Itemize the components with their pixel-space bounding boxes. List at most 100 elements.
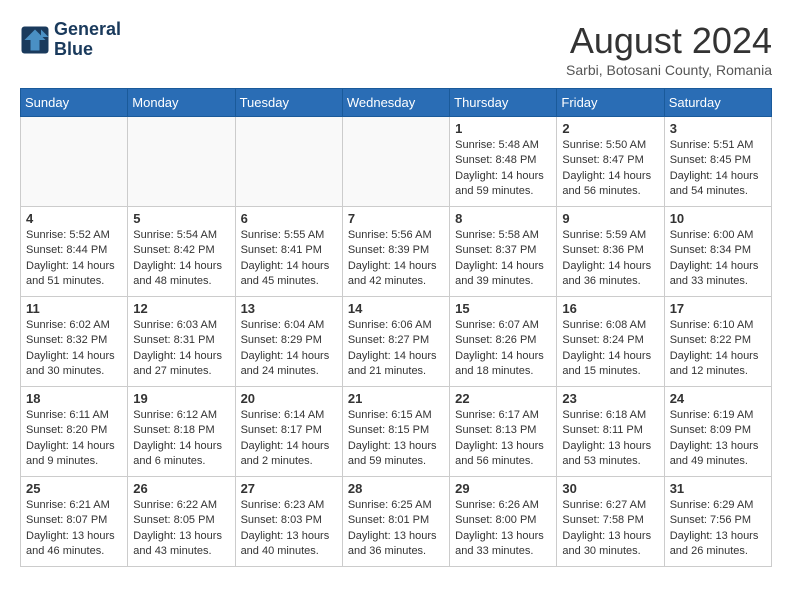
day-number: 19: [133, 391, 229, 406]
calendar-cell: 3Sunrise: 5:51 AM Sunset: 8:45 PM Daylig…: [664, 117, 771, 207]
calendar-cell: 7 Sunrise: 5:56 AM Sunset: 8:39 PM Daylig…: [342, 207, 449, 297]
calendar-cell: 13Sunrise: 6:04 AM Sunset: 8:29 PM Dayli…: [235, 297, 342, 387]
day-number: 21: [348, 391, 444, 406]
calendar-cell: 18Sunrise: 6:11 AM Sunset: 8:20 PM Dayli…: [21, 387, 128, 477]
day-number: 29: [455, 481, 551, 496]
day-number: 16: [562, 301, 658, 316]
calendar-title: August 2024: [566, 20, 772, 62]
calendar-table: SundayMondayTuesdayWednesdayThursdayFrid…: [20, 88, 772, 567]
week-row-5: 25Sunrise: 6:21 AM Sunset: 8:07 PM Dayli…: [21, 477, 772, 567]
day-info: Sunrise: 6:26 AM Sunset: 8:00 PM Dayligh…: [455, 498, 551, 560]
day-number: 27: [241, 481, 337, 496]
day-info: Sunrise: 6:10 AM Sunset: 8:22 PM Dayligh…: [670, 318, 766, 380]
calendar-cell: 16 Sunrise: 6:08 AM Sunset: 8:24 PM Dayli…: [557, 297, 664, 387]
day-number: 14: [348, 301, 444, 316]
day-info: Sunrise: 5:56 AM Sunset: 8:39 PM Dayligh…: [348, 228, 444, 290]
day-info: Sunrise: 6:15 AM Sunset: 8:15 PM Dayligh…: [348, 408, 444, 470]
calendar-cell: [128, 117, 235, 207]
day-info: Sunrise: 6:29 AM Sunset: 7:56 PM Dayligh…: [670, 498, 766, 560]
day-info: Sunrise: 6:21 AM Sunset: 8:07 PM Dayligh…: [26, 498, 122, 560]
calendar-cell: 2Sunrise: 5:50 AM Sunset: 8:47 PM Daylig…: [557, 117, 664, 207]
day-number: 10: [670, 211, 766, 226]
day-number: 17: [670, 301, 766, 316]
calendar-cell: 6 Sunrise: 5:55 AM Sunset: 8:41 PM Daylig…: [235, 207, 342, 297]
day-number: 24: [670, 391, 766, 406]
weekday-header-wednesday: Wednesday: [342, 89, 449, 117]
calendar-cell: 5Sunrise: 5:54 AM Sunset: 8:42 PM Daylig…: [128, 207, 235, 297]
calendar-cell: 12 Sunrise: 6:03 AM Sunset: 8:31 PM Dayli…: [128, 297, 235, 387]
calendar-cell: 17 Sunrise: 6:10 AM Sunset: 8:22 PM Dayli…: [664, 297, 771, 387]
calendar-cell: 31 Sunrise: 6:29 AM Sunset: 7:56 PM Dayli…: [664, 477, 771, 567]
day-info: Sunrise: 5:52 AM Sunset: 8:44 PM Dayligh…: [26, 228, 122, 290]
day-number: 11: [26, 301, 122, 316]
calendar-cell: 20 Sunrise: 6:14 AM Sunset: 8:17 PM Dayli…: [235, 387, 342, 477]
day-number: 15: [455, 301, 551, 316]
weekday-header-friday: Friday: [557, 89, 664, 117]
day-number: 23: [562, 391, 658, 406]
weekday-header-monday: Monday: [128, 89, 235, 117]
day-info: Sunrise: 6:25 AM Sunset: 8:01 PM Dayligh…: [348, 498, 444, 560]
day-info: Sunrise: 6:23 AM Sunset: 8:03 PM Dayligh…: [241, 498, 337, 560]
day-info: Sunrise: 6:17 AM Sunset: 8:13 PM Dayligh…: [455, 408, 551, 470]
logo: General Blue: [20, 20, 121, 60]
logo-icon: [20, 25, 50, 55]
day-info: Sunrise: 6:04 AM Sunset: 8:29 PM Dayligh…: [241, 318, 337, 380]
day-info: Sunrise: 6:07 AM Sunset: 8:26 PM Dayligh…: [455, 318, 551, 380]
calendar-cell: 19Sunrise: 6:12 AM Sunset: 8:18 PM Dayli…: [128, 387, 235, 477]
day-number: 22: [455, 391, 551, 406]
day-info: Sunrise: 5:50 AM Sunset: 8:47 PM Dayligh…: [562, 138, 658, 200]
day-info: Sunrise: 6:22 AM Sunset: 8:05 PM Dayligh…: [133, 498, 229, 560]
day-info: Sunrise: 5:55 AM Sunset: 8:41 PM Dayligh…: [241, 228, 337, 290]
calendar-cell: 22 Sunrise: 6:17 AM Sunset: 8:13 PM Dayli…: [450, 387, 557, 477]
day-number: 8: [455, 211, 551, 226]
calendar-cell: [21, 117, 128, 207]
day-info: Sunrise: 5:48 AM Sunset: 8:48 PM Dayligh…: [455, 138, 551, 200]
day-number: 28: [348, 481, 444, 496]
week-row-1: 1Sunrise: 5:48 AM Sunset: 8:48 PM Daylig…: [21, 117, 772, 207]
day-info: Sunrise: 6:03 AM Sunset: 8:31 PM Dayligh…: [133, 318, 229, 380]
day-info: Sunrise: 6:08 AM Sunset: 8:24 PM Dayligh…: [562, 318, 658, 380]
calendar-subtitle: Sarbi, Botosani County, Romania: [566, 62, 772, 78]
header: General Blue August 2024 Sarbi, Botosani…: [20, 20, 772, 78]
calendar-cell: 27 Sunrise: 6:23 AM Sunset: 8:03 PM Dayli…: [235, 477, 342, 567]
day-info: Sunrise: 6:19 AM Sunset: 8:09 PM Dayligh…: [670, 408, 766, 470]
calendar-cell: 8 Sunrise: 5:58 AM Sunset: 8:37 PM Daylig…: [450, 207, 557, 297]
calendar-cell: 23 Sunrise: 6:18 AM Sunset: 8:11 PM Dayli…: [557, 387, 664, 477]
calendar-cell: [235, 117, 342, 207]
day-number: 5: [133, 211, 229, 226]
calendar-cell: 29 Sunrise: 6:26 AM Sunset: 8:00 PM Dayli…: [450, 477, 557, 567]
calendar-cell: 10 Sunrise: 6:00 AM Sunset: 8:34 PM Dayli…: [664, 207, 771, 297]
calendar-cell: 26Sunrise: 6:22 AM Sunset: 8:05 PM Dayli…: [128, 477, 235, 567]
calendar-cell: 14Sunrise: 6:06 AM Sunset: 8:27 PM Dayli…: [342, 297, 449, 387]
logo-line2: Blue: [54, 40, 121, 60]
calendar-cell: 15 Sunrise: 6:07 AM Sunset: 8:26 PM Dayli…: [450, 297, 557, 387]
day-number: 31: [670, 481, 766, 496]
day-number: 9: [562, 211, 658, 226]
day-number: 30: [562, 481, 658, 496]
weekday-header-sunday: Sunday: [21, 89, 128, 117]
day-number: 6: [241, 211, 337, 226]
calendar-cell: 11 Sunrise: 6:02 AM Sunset: 8:32 PM Dayli…: [21, 297, 128, 387]
calendar-cell: 25Sunrise: 6:21 AM Sunset: 8:07 PM Dayli…: [21, 477, 128, 567]
calendar-cell: 24 Sunrise: 6:19 AM Sunset: 8:09 PM Dayli…: [664, 387, 771, 477]
logo-text: General Blue: [54, 20, 121, 60]
calendar-cell: 1Sunrise: 5:48 AM Sunset: 8:48 PM Daylig…: [450, 117, 557, 207]
week-row-4: 18Sunrise: 6:11 AM Sunset: 8:20 PM Dayli…: [21, 387, 772, 477]
calendar-cell: 21 Sunrise: 6:15 AM Sunset: 8:15 PM Dayli…: [342, 387, 449, 477]
day-number: 20: [241, 391, 337, 406]
title-area: August 2024 Sarbi, Botosani County, Roma…: [566, 20, 772, 78]
calendar-cell: [342, 117, 449, 207]
day-info: Sunrise: 5:58 AM Sunset: 8:37 PM Dayligh…: [455, 228, 551, 290]
day-info: Sunrise: 6:00 AM Sunset: 8:34 PM Dayligh…: [670, 228, 766, 290]
day-number: 4: [26, 211, 122, 226]
weekday-header-row: SundayMondayTuesdayWednesdayThursdayFrid…: [21, 89, 772, 117]
day-info: Sunrise: 6:02 AM Sunset: 8:32 PM Dayligh…: [26, 318, 122, 380]
day-info: Sunrise: 5:51 AM Sunset: 8:45 PM Dayligh…: [670, 138, 766, 200]
week-row-3: 11 Sunrise: 6:02 AM Sunset: 8:32 PM Dayli…: [21, 297, 772, 387]
day-number: 7: [348, 211, 444, 226]
calendar-cell: 9Sunrise: 5:59 AM Sunset: 8:36 PM Daylig…: [557, 207, 664, 297]
day-number: 12: [133, 301, 229, 316]
day-info: Sunrise: 6:14 AM Sunset: 8:17 PM Dayligh…: [241, 408, 337, 470]
day-info: Sunrise: 6:11 AM Sunset: 8:20 PM Dayligh…: [26, 408, 122, 470]
day-info: Sunrise: 6:18 AM Sunset: 8:11 PM Dayligh…: [562, 408, 658, 470]
